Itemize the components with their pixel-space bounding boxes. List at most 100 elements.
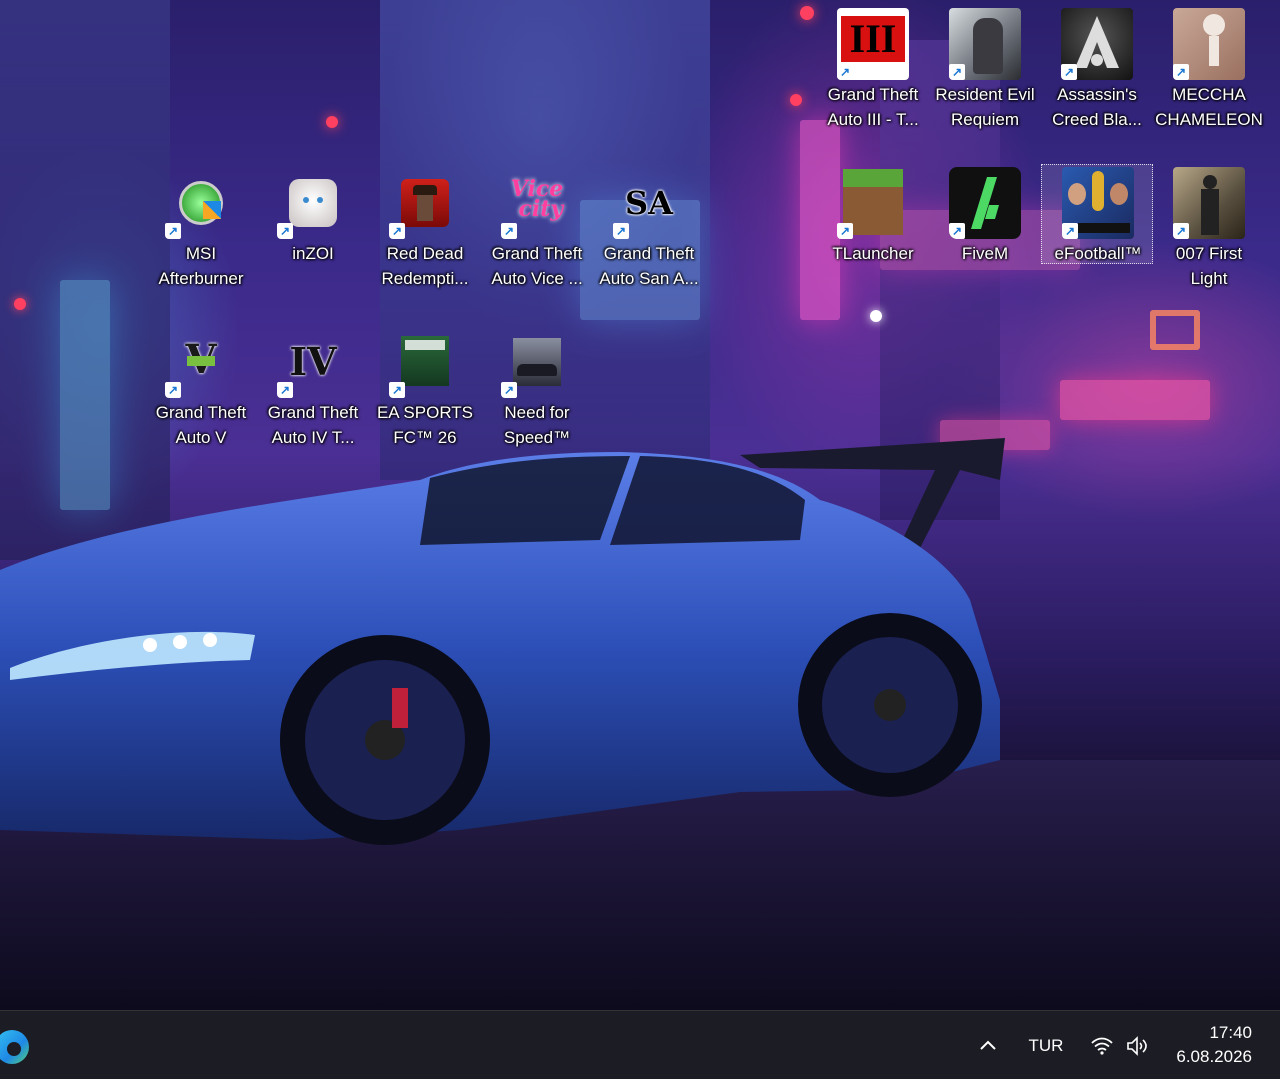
icon-label-line: Need for bbox=[504, 403, 570, 422]
gta3-icon: III ↗ bbox=[837, 8, 909, 80]
desktop-icon-gta-v[interactable]: V ↗ Grand Theft Auto V bbox=[144, 323, 256, 473]
shortcut-arrow-icon: ↗ bbox=[1061, 64, 1077, 80]
icon-label: Assassin's Creed Bla... bbox=[1041, 82, 1153, 132]
gta-iv-icon: IV ↗ bbox=[277, 326, 349, 398]
clock-time: 17:40 bbox=[1209, 1023, 1252, 1042]
shortcut-arrow-icon: ↗ bbox=[165, 223, 181, 239]
icon-label: Need for Speed™ bbox=[481, 400, 593, 450]
edge-browser-icon[interactable] bbox=[0, 1027, 32, 1067]
desktop-icon-gta-vice-city[interactable]: Vice city ↗ Grand Theft Auto Vice ... bbox=[480, 164, 592, 314]
icon-label-line: Grand Theft bbox=[155, 403, 247, 422]
red-dead-redemption-icon: ↗ bbox=[389, 167, 461, 239]
desktop-icon-fivem[interactable]: ↗ FiveM bbox=[928, 164, 1040, 314]
desktop-icon-resident-evil-requiem[interactable]: ↗ Resident Evil Requiem bbox=[928, 5, 1040, 155]
shortcut-arrow-icon: ↗ bbox=[165, 382, 181, 398]
icon-label-line: MSI bbox=[185, 244, 217, 263]
clock-date: 6.08.2026 bbox=[1176, 1047, 1252, 1066]
icon-label-line: CHAMELEON bbox=[1155, 110, 1263, 129]
icon-label-line: Grand Theft bbox=[267, 403, 359, 422]
show-hidden-icons-button[interactable] bbox=[972, 1011, 1004, 1079]
icon-label: Grand Theft Auto Vice ... bbox=[481, 241, 593, 291]
desktop-icon-inzoi[interactable]: ↗ inZOI bbox=[256, 164, 368, 314]
assassins-creed-icon: ↗ bbox=[1061, 8, 1133, 80]
clock[interactable]: 17:40 6.08.2026 bbox=[1176, 1021, 1252, 1069]
icon-label-line: Auto San A... bbox=[599, 269, 699, 288]
icon-label-line: 007 First bbox=[1175, 244, 1243, 263]
icon-label-line: MECCHA bbox=[1172, 85, 1246, 104]
icon-label-line: Auto Vice ... bbox=[491, 269, 583, 288]
desktop-icon-gta-san-andreas[interactable]: SA ↗ Grand Theft Auto San A... bbox=[592, 164, 704, 314]
icon-label: Grand Theft Auto San A... bbox=[593, 241, 705, 291]
gta-vice-city-icon: Vice city ↗ bbox=[501, 167, 573, 239]
chevron-up-icon bbox=[980, 1040, 996, 1050]
shortcut-arrow-icon: ↗ bbox=[949, 223, 965, 239]
desktop-icon-assassins-creed[interactable]: ↗ Assassin's Creed Bla... bbox=[1040, 5, 1152, 155]
volume-button[interactable] bbox=[1122, 1011, 1154, 1079]
icon-label-line: Creed Bla... bbox=[1052, 110, 1142, 129]
meccha-chameleon-icon: ↗ bbox=[1173, 8, 1245, 80]
icon-label: inZOI bbox=[257, 241, 369, 266]
wifi-icon bbox=[1091, 1037, 1113, 1055]
shortcut-arrow-icon: ↗ bbox=[501, 223, 517, 239]
icon-label-line: eFootball™ bbox=[1054, 244, 1142, 263]
icon-label: MSI Afterburner bbox=[145, 241, 257, 291]
shortcut-arrow-icon: ↗ bbox=[613, 223, 629, 239]
desktop-icon-gta-iv[interactable]: IV ↗ Grand Theft Auto IV T... bbox=[256, 323, 368, 473]
resident-evil-icon: ↗ bbox=[949, 8, 1021, 80]
shortcut-arrow-icon: ↗ bbox=[277, 382, 293, 398]
taskbar: TUR 17:40 6.08.2026 bbox=[0, 1010, 1280, 1079]
icon-label: Grand Theft Auto III - T... bbox=[817, 82, 929, 132]
007-first-light-icon: ↗ bbox=[1173, 167, 1245, 239]
desktop-icon-tlauncher[interactable]: ↗ TLauncher bbox=[816, 164, 928, 314]
inzoi-icon: ↗ bbox=[277, 167, 349, 239]
icon-label-line: FiveM bbox=[961, 244, 1009, 263]
shortcut-arrow-icon: ↗ bbox=[389, 223, 405, 239]
desktop-icon-007-first-light[interactable]: ↗ 007 First Light bbox=[1152, 164, 1264, 314]
desktop-icon-gta3[interactable]: III ↗ Grand Theft Auto III - T... bbox=[816, 5, 928, 155]
shortcut-arrow-icon: ↗ bbox=[277, 223, 293, 239]
desktop-icon-red-dead-redemption[interactable]: ↗ Red Dead Redempti... bbox=[368, 164, 480, 314]
icon-label-line: Auto III - T... bbox=[827, 110, 919, 129]
icon-label-line: Requiem bbox=[950, 110, 1020, 129]
icon-label-line: Grand Theft bbox=[491, 244, 583, 263]
icon-label-line: inZOI bbox=[292, 244, 334, 263]
icon-label-line: Grand Theft bbox=[603, 244, 695, 263]
icon-label-line: Redempti... bbox=[381, 269, 469, 288]
icon-label: EA SPORTS FC™ 26 bbox=[369, 400, 481, 450]
shortcut-arrow-icon: ↗ bbox=[837, 223, 853, 239]
desktop-icon-need-for-speed[interactable]: ↗ Need for Speed™ bbox=[480, 323, 592, 473]
icon-label-line: Assassin's bbox=[1057, 85, 1137, 104]
icon-label-line: Auto V bbox=[175, 428, 227, 447]
shortcut-arrow-icon: ↗ bbox=[1173, 223, 1189, 239]
icon-label: Grand Theft Auto V bbox=[145, 400, 257, 450]
network-button[interactable] bbox=[1086, 1011, 1118, 1079]
efootball-icon: ↗ bbox=[1062, 167, 1134, 239]
icon-label-line: Grand Theft bbox=[827, 85, 919, 104]
shortcut-arrow-icon: ↗ bbox=[389, 382, 405, 398]
icon-label-line: FC™ 26 bbox=[393, 428, 457, 447]
icon-label: TLauncher bbox=[817, 241, 929, 266]
icon-label: Grand Theft Auto IV T... bbox=[257, 400, 369, 450]
language-label: TUR bbox=[1028, 1035, 1064, 1055]
icon-label-line: Auto IV T... bbox=[271, 428, 355, 447]
icon-label-line: Afterburner bbox=[158, 269, 244, 288]
msi-afterburner-icon: ↗ bbox=[165, 167, 237, 239]
shortcut-arrow-icon: ↗ bbox=[501, 382, 517, 398]
icon-label: Red Dead Redempti... bbox=[369, 241, 481, 291]
gta-v-icon: V ↗ bbox=[165, 326, 237, 398]
desktop-icon-ea-sports-fc26[interactable]: ↗ EA SPORTS FC™ 26 bbox=[368, 323, 480, 473]
gta-san-andreas-icon: SA ↗ bbox=[613, 167, 685, 239]
speaker-icon bbox=[1127, 1035, 1147, 1056]
shortcut-arrow-icon: ↗ bbox=[949, 64, 965, 80]
icon-label: Resident Evil Requiem bbox=[929, 82, 1041, 132]
icon-label-line: Red Dead bbox=[386, 244, 464, 263]
shortcut-arrow-icon: ↗ bbox=[837, 64, 853, 80]
icon-label: MECCHA CHAMELEON bbox=[1153, 82, 1265, 132]
desktop-icon-meccha-chameleon[interactable]: ↗ MECCHA CHAMELEON bbox=[1152, 5, 1264, 155]
desktop-icon-msi-afterburner[interactable]: ↗ MSI Afterburner bbox=[144, 164, 256, 314]
desktop-icon-efootball[interactable]: ↗ eFootball™ bbox=[1041, 164, 1153, 264]
icon-label-line: Speed™ bbox=[503, 428, 571, 447]
icon-label-line: TLauncher bbox=[832, 244, 914, 263]
need-for-speed-icon: ↗ bbox=[501, 326, 573, 398]
language-indicator[interactable]: TUR bbox=[1022, 1011, 1070, 1079]
